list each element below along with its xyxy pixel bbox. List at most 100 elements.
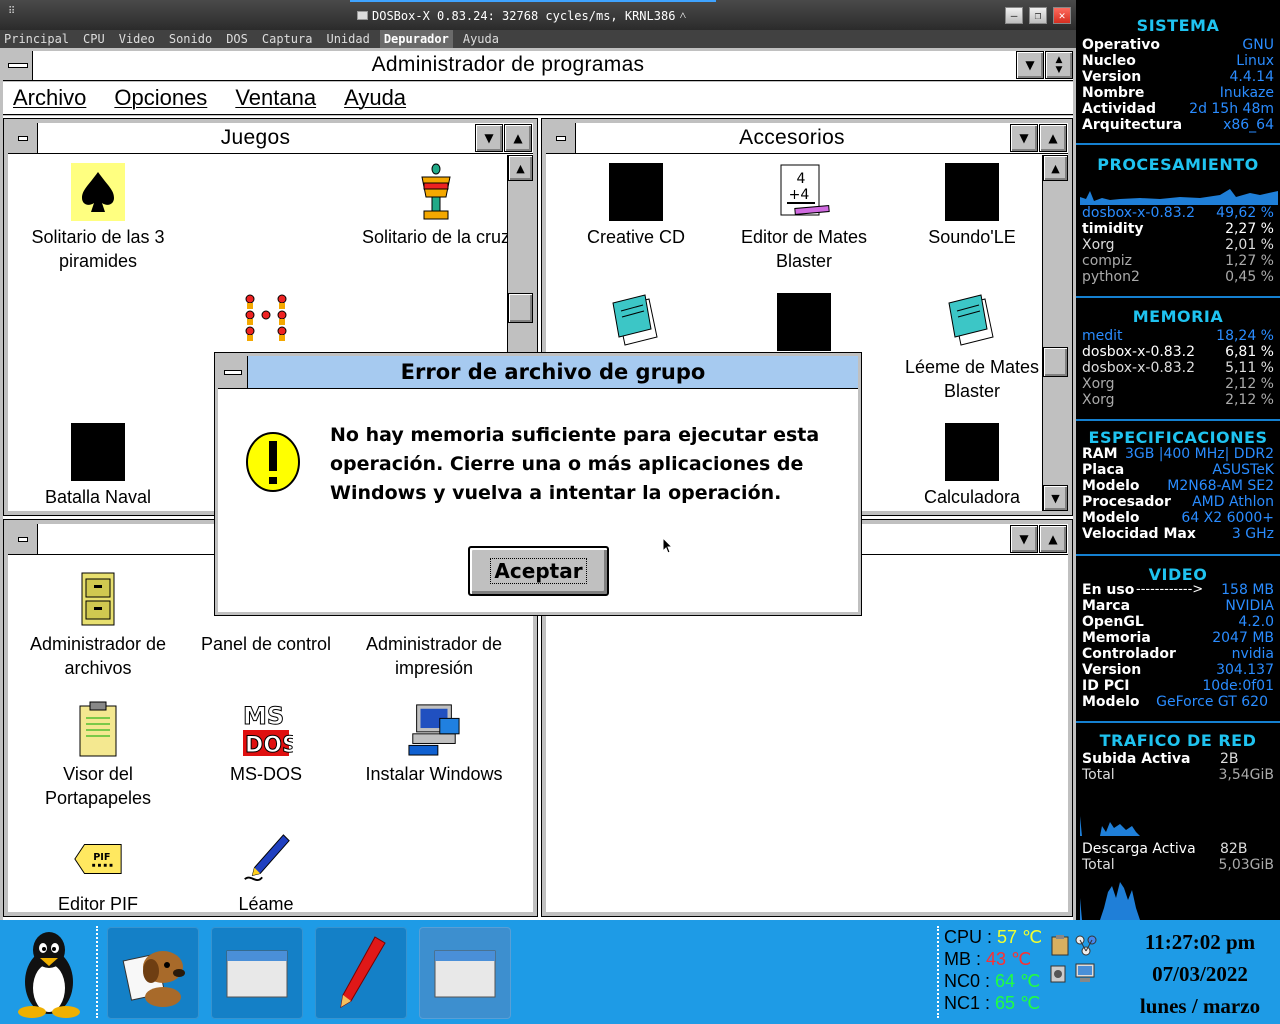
menu-captura[interactable]: Captura — [258, 30, 317, 48]
close-button[interactable]: ✕ — [1053, 7, 1071, 24]
net-value: 3,54GiB — [1218, 767, 1274, 783]
group-titlebar[interactable]: Accesorios ▼ ▲ — [546, 123, 1068, 154]
system-menu-icon[interactable] — [8, 524, 38, 554]
temp-key: CPU — [944, 927, 983, 947]
pen-icon — [340, 936, 386, 1008]
caret-up-icon: ˄ — [679, 8, 687, 22]
program-label: Soundo'LE — [928, 227, 1016, 247]
program-creative-cd[interactable]: Creative CD — [556, 163, 716, 249]
menu-depurador[interactable]: Depurador — [379, 30, 453, 48]
program-solitario-cruz[interactable]: Solitario de la cruz — [356, 163, 516, 249]
program-s[interactable] — [186, 293, 346, 349]
menu-ayuda[interactable]: Ayuda — [344, 85, 406, 111]
minimize-button[interactable]: ▼ — [1010, 525, 1038, 553]
monitor-tray-icon[interactable] — [1074, 962, 1098, 988]
taskbar-window-1[interactable] — [211, 927, 303, 1019]
vertical-scrollbar[interactable]: ▲ ▼ — [1042, 155, 1068, 511]
maximize-button[interactable]: ❐ — [1029, 7, 1047, 24]
dosbox-title-text: DOSBox-X 0.83.24: 32768 cycles/ms, KRNL3… — [372, 8, 676, 23]
video-value: 2047 MB — [1212, 630, 1274, 646]
ok-button[interactable]: Aceptar — [468, 546, 609, 596]
program-editor-pif[interactable]: PIF Editor PIF — [18, 830, 178, 912]
system-menu-icon[interactable] — [546, 123, 576, 153]
menu-principal[interactable]: Principal — [0, 30, 73, 48]
program-label: Administrador de impresión — [365, 634, 503, 678]
conky-header-sistema: SISTEMA — [1136, 16, 1220, 35]
program-notepad[interactable] — [556, 293, 716, 349]
error-dialog: Error de archivo de grupo No hay memoria… — [214, 352, 862, 616]
clipboard-tray-icon[interactable] — [1050, 934, 1070, 960]
proc-value: 0,45 % — [1225, 269, 1274, 285]
taskbar-app-files[interactable] — [107, 927, 199, 1019]
video-value: 4.2.0 — [1238, 614, 1274, 630]
menu-sonido[interactable]: Sonido — [165, 30, 216, 48]
program-label: Léeme de Mates Blaster — [904, 357, 1040, 401]
menu-video[interactable]: Video — [115, 30, 159, 48]
program-leame[interactable]: Léame — [186, 830, 346, 912]
system-menu-icon[interactable] — [8, 123, 38, 153]
menu-ventana[interactable]: Ventana — [235, 85, 316, 111]
menu-opciones[interactable]: Opciones — [114, 85, 207, 111]
menu-archivo[interactable]: Archivo — [13, 85, 86, 111]
taskbar: CPU : 57 ℃ MB : 43 ℃ NC0 : 64 ℃ NC1 : 65… — [0, 920, 1280, 1024]
clock-date[interactable]: 07/03/2022 — [1120, 962, 1280, 987]
clock-time[interactable]: 11:27:02 pm — [1120, 930, 1280, 955]
minimize-button[interactable]: ▼ — [475, 124, 503, 152]
program-ms-dos[interactable]: MS DOS MS-DOS — [186, 700, 346, 786]
scroll-up-button[interactable]: ▲ — [1043, 155, 1068, 181]
program-soundole[interactable]: Soundo'LE — [892, 163, 1052, 249]
minimize-button[interactable]: ▼ — [1016, 51, 1044, 79]
program-solitario-3-piramides[interactable]: Solitario de las 3 piramides — [18, 163, 178, 273]
menu-cpu[interactable]: CPU — [79, 30, 109, 48]
dosbox-titlebar[interactable]: ⠿ DOSBox-X 0.83.24: 32768 cycles/ms, KRN… — [0, 0, 1076, 30]
scroll-thumb[interactable] — [508, 293, 533, 323]
taskbar-editor[interactable] — [315, 927, 407, 1019]
scroll-thumb[interactable] — [1043, 347, 1068, 377]
program-calculadora[interactable]: Calculadora — [892, 423, 1052, 509]
program-unknown[interactable] — [724, 293, 884, 351]
tux-icon[interactable] — [12, 926, 86, 1022]
sys-key: Version — [1082, 69, 1142, 85]
program-label: Creative CD — [586, 227, 686, 247]
network-tray-icon[interactable] — [1074, 934, 1098, 960]
dialog-titlebar[interactable]: Error de archivo de grupo — [218, 356, 858, 389]
minimize-button[interactable]: ▼ — [1010, 124, 1038, 152]
program-leeme-mates-blaster[interactable]: Léeme de Mates Blaster — [892, 293, 1052, 403]
divider — [1076, 419, 1280, 421]
speaker-tray-icon[interactable] — [1048, 962, 1070, 988]
temp-value: 57 ℃ — [997, 927, 1043, 947]
program-instalar-windows[interactable]: Instalar Windows — [354, 700, 514, 786]
menu-ayuda[interactable]: Ayuda — [459, 30, 503, 48]
minimize-button[interactable]: – — [1005, 7, 1023, 24]
program-manager-titlebar[interactable]: Administrador de programas ▼ ▲ ▼ — [3, 51, 1073, 81]
menu-unidad[interactable]: Unidad — [322, 30, 373, 48]
program-visor-portapapeles[interactable]: Visor del Portapapeles — [18, 700, 178, 810]
program-administrador-archivos[interactable]: Administrador de archivos — [18, 570, 178, 680]
taskbar-window-2[interactable] — [419, 927, 511, 1019]
window-icon — [226, 950, 288, 998]
conky-header-memoria: MEMORIA — [1132, 307, 1224, 326]
mem-key: Xorg — [1082, 376, 1115, 392]
maximize-button[interactable]: ▲ — [504, 124, 532, 152]
program-label: Editor de Mates Blaster — [740, 227, 868, 271]
scroll-down-button[interactable]: ▼ — [1043, 485, 1068, 511]
clock-day[interactable]: lunes / marzo — [1120, 994, 1280, 1019]
video-value: 158 MB — [1221, 582, 1274, 598]
program-manager-title: Administrador de programas — [371, 53, 645, 76]
sys-value: GNU — [1242, 37, 1274, 53]
menu-dos[interactable]: DOS — [222, 30, 252, 48]
scroll-up-button[interactable]: ▲ — [508, 155, 533, 181]
grip-icon[interactable]: ⠿ — [8, 6, 16, 17]
group-titlebar[interactable]: Juegos ▼ ▲ — [8, 123, 533, 154]
spec-key: Modelo — [1082, 510, 1140, 526]
program-label: Solitario de las 3 piramides — [31, 227, 165, 271]
program-batalla-naval[interactable]: Batalla Naval — [18, 423, 178, 509]
program-manager-menubar: Archivo Opciones Ventana Ayuda — [3, 82, 1073, 115]
maximize-button[interactable]: ▲ — [1039, 525, 1067, 553]
maximize-button[interactable]: ▲ — [1039, 124, 1067, 152]
program-editor-mates-blaster[interactable]: 4 +4 Editor de Mates Blaster — [724, 163, 884, 273]
sound-icon — [945, 163, 999, 221]
restore-button[interactable]: ▲ ▼ — [1045, 51, 1073, 79]
system-menu-icon[interactable] — [218, 356, 248, 388]
program-label: Panel de control — [200, 634, 332, 654]
